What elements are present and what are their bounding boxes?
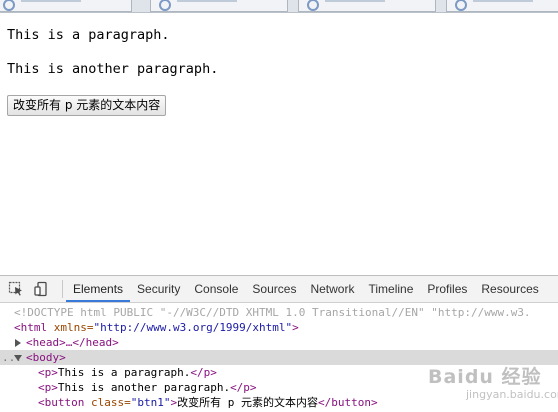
tab-favicon-icon: [307, 0, 319, 11]
page-content: This is a paragraph. This is another par…: [0, 13, 558, 275]
tab-security[interactable]: Security: [130, 276, 187, 302]
tab-profiles[interactable]: Profiles: [420, 276, 474, 302]
dom-node-html[interactable]: <html xmlns="http://www.w3.org/1999/xhtm…: [0, 320, 558, 335]
browser-tab[interactable]: [446, 0, 558, 12]
tab-favicon-icon: [159, 0, 171, 11]
browser-tab[interactable]: [150, 0, 288, 12]
device-mode-icon[interactable]: [33, 281, 49, 297]
tab-console[interactable]: Console: [187, 276, 245, 302]
collapse-triangle-icon[interactable]: [14, 355, 22, 361]
browser-tab[interactable]: [298, 0, 436, 12]
dom-node-head[interactable]: <head>…</head>: [0, 335, 558, 350]
paragraph: This is a paragraph.: [7, 27, 170, 43]
paragraph: This is another paragraph.: [7, 61, 219, 77]
baidu-watermark: Baidu 经验 jingyan.baidu.com: [428, 366, 558, 401]
browser-tab[interactable]: [0, 0, 132, 12]
tab-favicon-icon: [3, 0, 15, 11]
dom-node-doctype[interactable]: <!DOCTYPE html PUBLIC "-//W3C//DTD XHTML…: [0, 305, 558, 320]
browser-tab-strip: [0, 0, 558, 13]
tab-elements[interactable]: Elements: [66, 276, 131, 302]
tab-sources[interactable]: Sources: [245, 276, 303, 302]
devtools-tabs: Elements Security Console Sources Networ…: [66, 276, 546, 302]
tab-network[interactable]: Network: [303, 276, 361, 302]
expand-triangle-icon[interactable]: [15, 339, 21, 347]
tab-favicon-icon: [455, 0, 467, 11]
toolbar-divider: [62, 280, 63, 298]
inspect-element-icon[interactable]: [8, 281, 24, 297]
change-text-button[interactable]: 改变所有 p 元素的文本内容: [7, 95, 167, 116]
tab-resources[interactable]: Resources: [474, 276, 545, 302]
devtools-toolbar: Elements Security Console Sources Networ…: [0, 276, 558, 303]
tab-timeline[interactable]: Timeline: [361, 276, 420, 302]
